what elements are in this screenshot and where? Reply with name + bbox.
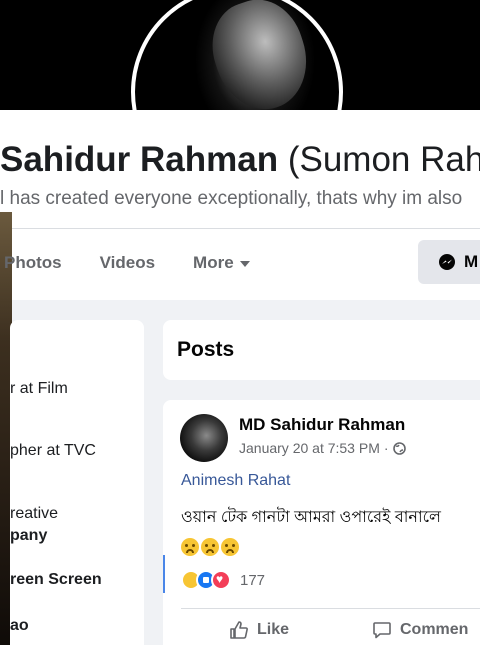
sad-emoji-icon	[181, 538, 199, 556]
intro-item-work-film: r at Film	[10, 380, 68, 397]
posts-title: Posts	[177, 338, 235, 361]
profile-bio: l has created everyone exceptionally, th…	[0, 188, 463, 209]
post-emoji-row	[181, 538, 241, 556]
intro-item-creative: reative	[10, 505, 59, 522]
intro-card: r at Film pher at TVC reative pany reen …	[10, 320, 144, 645]
posts-header-card: Posts	[163, 320, 480, 380]
tab-photos[interactable]: Photos	[4, 253, 62, 273]
comment-icon	[373, 622, 391, 639]
sad-emoji-icon	[201, 538, 219, 556]
profile-name-primary: Sahidur Rahman	[0, 140, 279, 179]
caret-down-icon	[239, 260, 250, 267]
like-button-label: Like	[257, 621, 290, 638]
tab-more[interactable]: More	[193, 253, 250, 273]
post-card: MD Sahidur Rahman January 20 at 7:53 PM …	[163, 400, 480, 645]
message-button[interactable]: M	[418, 240, 480, 284]
like-icon	[230, 621, 248, 639]
intro-item-company[interactable]: pany	[10, 527, 47, 545]
messenger-icon	[439, 254, 455, 270]
post-date[interactable]: January 20 at 7:53 PM	[239, 440, 380, 456]
profile-name-alternate: (Sumon Rahr	[287, 140, 480, 179]
post-author-name[interactable]: MD Sahidur Rahman	[239, 415, 405, 435]
globe-icon	[392, 441, 406, 455]
tab-more-label: More	[193, 253, 234, 272]
post-text: ওয়ান টেক গানটা আমরা ওপারেই বানালে	[181, 509, 441, 526]
intro-item-work-tvc: pher at TVC	[10, 442, 96, 459]
profile-page: Sahidur Rahman (Sumon Rahr l has created…	[0, 0, 480, 645]
post-mention-link[interactable]: Animesh Rahat	[181, 472, 290, 490]
post-reactions[interactable]: 177	[181, 570, 265, 590]
sad-emoji-icon	[221, 538, 239, 556]
intro-item-green-screen[interactable]: reen Screen	[10, 571, 102, 589]
love-reaction-icon	[211, 570, 231, 590]
comment-button-label: Commen	[400, 621, 469, 638]
post-quote-bar	[163, 555, 165, 593]
post-meta: January 20 at 7:53 PM ·	[239, 440, 406, 456]
reaction-count[interactable]: 177	[240, 572, 265, 589]
comment-button[interactable]: Commen	[372, 620, 468, 640]
tab-videos[interactable]: Videos	[100, 253, 155, 273]
post-author-avatar[interactable]	[180, 414, 228, 462]
header-divider	[10, 228, 480, 229]
profile-picture-face	[200, 0, 320, 122]
profile-name: Sahidur Rahman (Sumon Rahr	[0, 140, 480, 180]
profile-tabs: Photos Videos More	[0, 245, 288, 281]
like-button[interactable]: Like	[229, 620, 289, 640]
intro-item-ao[interactable]: ao	[10, 617, 29, 635]
post-divider	[181, 608, 480, 609]
meta-separator: ·	[383, 440, 389, 456]
message-button-label: M	[464, 252, 479, 271]
